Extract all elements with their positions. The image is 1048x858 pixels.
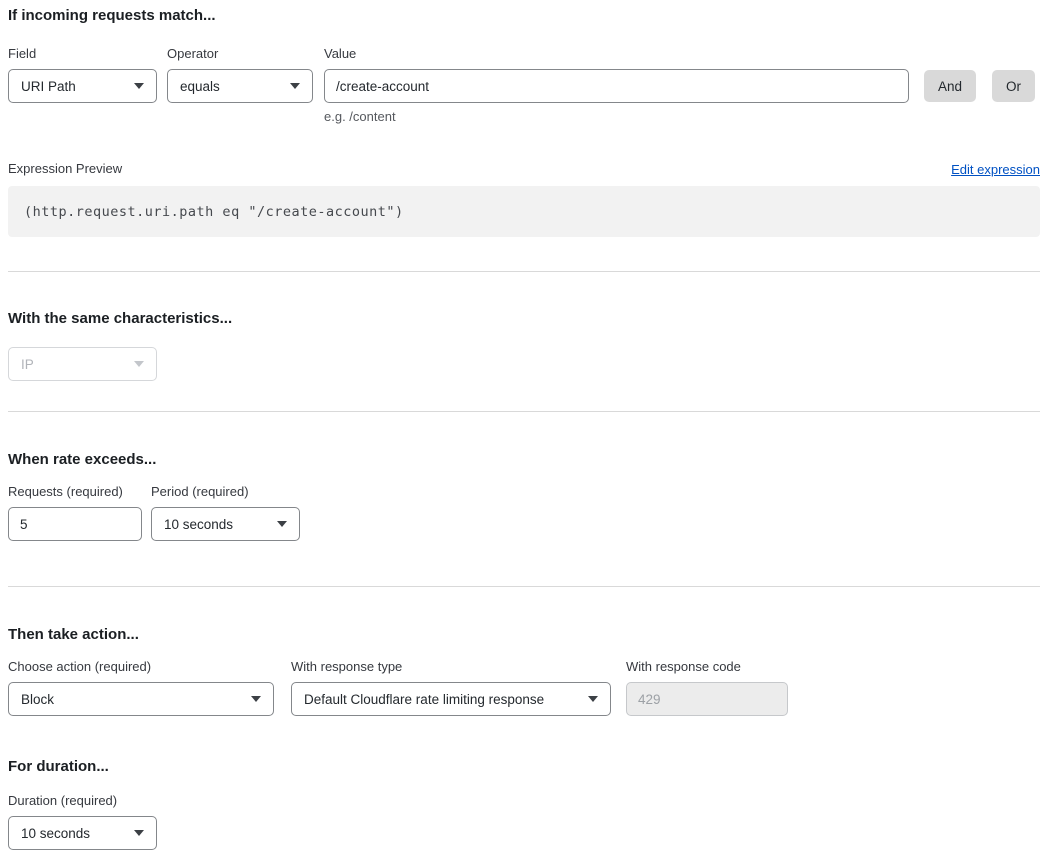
response-code-input: [626, 682, 788, 716]
period-column: Period (required) 10 seconds: [151, 484, 300, 541]
section-divider: [8, 271, 1040, 272]
section-take-action: Then take action... Choose action (requi…: [8, 626, 1040, 716]
value-label: Value: [324, 46, 909, 62]
expression-text: (http.request.uri.path eq "/create-accou…: [24, 204, 404, 220]
operator-select[interactable]: equals: [167, 69, 313, 103]
section-rate-exceeds: When rate exceeds... Requests (required)…: [8, 451, 1040, 541]
chevron-down-icon: [134, 361, 144, 367]
section-for-duration: For duration... Duration (required) 10 s…: [8, 758, 1040, 850]
expression-builder-row: Field URI Path Operator equals Value e.g…: [8, 46, 1040, 125]
section-incoming-requests-match: If incoming requests match... Field URI …: [8, 7, 1040, 237]
section-title-duration: For duration...: [8, 758, 1040, 776]
period-select[interactable]: 10 seconds: [151, 507, 300, 541]
section-divider: [8, 586, 1040, 587]
characteristic-select: IP: [8, 347, 157, 381]
operator-column: Operator equals: [167, 46, 313, 103]
period-select-value: 10 seconds: [164, 517, 233, 532]
section-title-rate: When rate exceeds...: [8, 451, 1040, 469]
requests-column: Requests (required): [8, 484, 142, 541]
operator-label: Operator: [167, 46, 313, 62]
choose-action-column: Choose action (required) Block: [8, 659, 274, 716]
value-input[interactable]: [324, 69, 909, 103]
section-title-match: If incoming requests match...: [8, 7, 1040, 25]
response-code-label: With response code: [626, 659, 788, 675]
chevron-down-icon: [251, 696, 261, 702]
field-label: Field: [8, 46, 157, 62]
duration-select[interactable]: 10 seconds: [8, 816, 157, 850]
characteristic-select-value: IP: [21, 357, 34, 372]
section-title-action: Then take action...: [8, 626, 1040, 644]
value-hint: e.g. /content: [324, 109, 909, 125]
field-column: Field URI Path: [8, 46, 157, 103]
edit-expression-link[interactable]: Edit expression: [951, 162, 1040, 177]
response-type-label: With response type: [291, 659, 611, 675]
duration-label: Duration (required): [8, 793, 1040, 809]
response-code-column: With response code: [626, 659, 788, 716]
choose-action-label: Choose action (required): [8, 659, 274, 675]
requests-input[interactable]: [8, 507, 142, 541]
field-select[interactable]: URI Path: [8, 69, 157, 103]
choose-action-select[interactable]: Block: [8, 682, 274, 716]
logic-buttons: And Or: [924, 46, 1035, 102]
expression-preview-code: (http.request.uri.path eq "/create-accou…: [8, 186, 1040, 237]
operator-select-value: equals: [180, 79, 220, 94]
rate-row: Requests (required) Period (required) 10…: [8, 484, 1040, 541]
field-select-value: URI Path: [21, 79, 76, 94]
requests-label: Requests (required): [8, 484, 142, 500]
response-type-column: With response type Default Cloudflare ra…: [291, 659, 611, 716]
section-divider: [8, 411, 1040, 412]
or-button[interactable]: Or: [992, 70, 1035, 102]
response-type-select[interactable]: Default Cloudflare rate limiting respons…: [291, 682, 611, 716]
expression-preview-label: Expression Preview: [8, 161, 122, 177]
choose-action-select-value: Block: [21, 692, 54, 707]
chevron-down-icon: [588, 696, 598, 702]
chevron-down-icon: [277, 521, 287, 527]
rate-limiting-rule-form: If incoming requests match... Field URI …: [0, 0, 1048, 858]
chevron-down-icon: [290, 83, 300, 89]
section-characteristics: With the same characteristics... IP: [8, 310, 1040, 381]
value-column: Value e.g. /content: [324, 46, 909, 125]
section-title-characteristics: With the same characteristics...: [8, 310, 1040, 328]
duration-select-value: 10 seconds: [21, 826, 90, 841]
action-row: Choose action (required) Block With resp…: [8, 659, 1040, 716]
expression-preview-header: Expression Preview Edit expression: [8, 161, 1040, 177]
response-type-select-value: Default Cloudflare rate limiting respons…: [304, 692, 544, 707]
chevron-down-icon: [134, 830, 144, 836]
chevron-down-icon: [134, 83, 144, 89]
period-label: Period (required): [151, 484, 300, 500]
and-button[interactable]: And: [924, 70, 976, 102]
